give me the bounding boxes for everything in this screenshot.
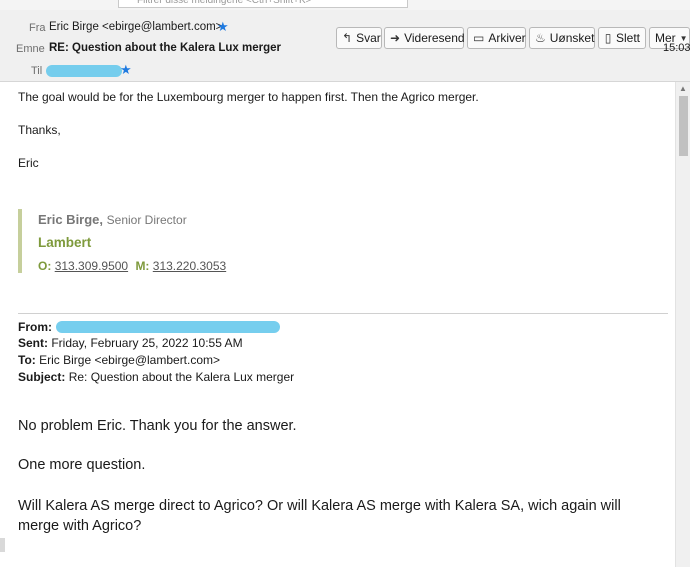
junk-button[interactable]: ♨ Uønsket [529,27,595,49]
delete-button[interactable]: ▯ Slett [598,27,646,49]
reply-label: Svar [356,31,381,45]
forward-arrow-icon: ➜ [390,31,401,45]
quote-divider [18,313,668,314]
forward-button[interactable]: ➜ Videresend [384,27,465,49]
signature-bar [18,209,22,273]
signature-phones: O: 313.309.9500 M: 313.220.3053 [38,259,226,273]
filter-bar: Filtrer disse meldingene <Ctrl+Shift+K> [0,0,690,10]
subject-value: RE: Question about the Kalera Lux merger [49,42,281,54]
redacted-sender [56,321,280,333]
signature-name: Eric Birge, Senior Director [38,212,187,227]
signature-name-text: Eric Birge, [38,212,104,227]
message-body: The goal would be for the Luxembourg mer… [0,82,674,567]
message-line-1: No problem Eric. Thank you for the answe… [18,418,297,434]
office-phone-link[interactable]: 313.309.9500 [55,259,128,273]
star-icon[interactable]: ★ [217,19,229,35]
left-edge-marker [0,538,5,552]
mobile-label: M: [135,259,150,273]
office-label: O: [38,259,52,273]
message-line-2: One more question. [18,457,146,473]
reply-icon: ↰ [342,31,353,45]
junk-label: Uønsket [549,31,595,45]
archive-button[interactable]: ▭ Arkiver [467,27,526,49]
archive-box-icon: ▭ [473,31,485,45]
quoted-sent: Sent: Friday, February 25, 2022 10:55 AM [18,336,243,350]
from-label: Fra [29,22,46,34]
trash-icon: ▯ [604,31,612,45]
signature-company: Lambert [38,235,92,250]
scrollbar-thumb[interactable] [679,96,688,156]
quoted-subject: Subject: Re: Question about the Kalera L… [18,370,295,384]
from-value[interactable]: Eric Birge <ebirge@lambert.com> [49,21,222,33]
body-line-1: The goal would be for the Luxembourg mer… [18,90,479,104]
message-header: Fra Eric Birge <ebirge@lambert.com> ★ Em… [0,10,690,82]
message-time: 15:03 [663,42,690,54]
redacted-recipient [46,65,122,77]
forward-label: Videresend [404,31,465,45]
mobile-phone-link[interactable]: 313.220.3053 [153,259,226,273]
body-name: Eric [18,156,39,170]
vertical-scrollbar[interactable]: ▲ [675,82,690,567]
subject-label: Emne [16,43,45,55]
signature-title: Senior Director [106,213,187,227]
star-icon-recipient[interactable]: ★ [120,62,132,78]
quoted-to: To: Eric Birge <ebirge@lambert.com> [18,353,221,367]
message-line-3: Will Kalera AS merge direct to Agrico? O… [18,498,621,534]
reply-button[interactable]: ↰ Svar [336,27,382,49]
quoted-from: From: [18,320,52,334]
archive-label: Arkiver [488,31,526,45]
delete-label: Slett [615,31,640,45]
scroll-up-icon[interactable]: ▲ [679,84,687,93]
to-label: Til [31,65,43,77]
flame-icon: ♨ [535,31,546,45]
body-thanks: Thanks, [18,123,61,137]
filter-input[interactable]: Filtrer disse meldingene <Ctrl+Shift+K> [118,0,408,8]
